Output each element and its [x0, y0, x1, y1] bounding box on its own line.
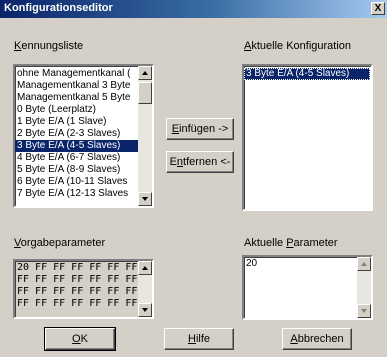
- aktuelle-konfiguration-listbox[interactable]: 3 Byte E/A (4-5 Slaves): [242, 64, 373, 211]
- arrow-down-icon: [142, 197, 148, 201]
- aktuelle-parameter-label: Aktuelle Parameter: [244, 237, 338, 249]
- list-item[interactable]: 3 Byte E/A (4-5 Slaves): [15, 140, 138, 152]
- parameter-line: FF FF FF FF FF FF FF FF: [17, 298, 154, 309]
- list-item[interactable]: 1 Byte E/A (1 Slave): [15, 116, 138, 128]
- abbrechen-label: bbrechen: [297, 333, 344, 345]
- list-item[interactable]: 4 Byte E/A (6-7 Slaves): [15, 152, 138, 164]
- vorgabeparameter-label-text: orgabeparameter: [20, 237, 106, 249]
- hilfe-label: ilfe: [195, 333, 210, 345]
- abbrechen-mnemonic: A: [290, 333, 298, 345]
- vorgabeparameter-lines: 20 FF FF FF FF FF FF FF FF FF FF FF FF FF…: [15, 262, 154, 310]
- einfuegen-button[interactable]: Einfügen ->: [166, 118, 234, 140]
- list-item[interactable]: Managementkanal 5 Byte: [15, 92, 138, 104]
- einfuegen-label: infügen ->: [179, 123, 229, 135]
- entfernen-label-b: tfernen <-: [183, 156, 231, 168]
- vorgabeparameter-mnemonic: V: [14, 237, 21, 249]
- scroll-down-button[interactable]: [138, 303, 152, 317]
- einfuegen-mnemonic: E: [171, 123, 180, 135]
- scroll-up-button[interactable]: [138, 261, 152, 275]
- ok-button[interactable]: OK: [44, 327, 116, 351]
- kennungsliste-label-text: ennungsliste: [21, 40, 84, 52]
- abbrechen-button[interactable]: Abbrechen: [282, 328, 352, 350]
- scroll-down-button[interactable]: [138, 192, 152, 206]
- vorgabeparameter-scrollbar[interactable]: [138, 261, 152, 317]
- list-item[interactable]: 0 Byte (Leerplatz): [15, 104, 138, 116]
- list-item[interactable]: 5 Byte E/A (8-9 Slaves): [15, 164, 138, 176]
- vorgabeparameter-textbox[interactable]: 20 FF FF FF FF FF FF FF FF FF FF FF FF FF…: [13, 259, 154, 319]
- kennungsliste-scrollbar[interactable]: [138, 66, 152, 206]
- scroll-up-button[interactable]: [357, 257, 371, 271]
- vorgabeparameter-label: Vorgabeparameter: [14, 237, 105, 249]
- ok-mnemonic: O: [72, 333, 81, 345]
- arrow-down-icon: [361, 309, 367, 313]
- ok-label: K: [80, 333, 88, 345]
- arrow-up-icon: [142, 71, 148, 75]
- window-title: Konfigurationseditor: [4, 2, 113, 14]
- parameter-line: FF FF FF FF FF FF FF FF: [17, 274, 154, 285]
- arrow-up-icon: [361, 262, 367, 266]
- scroll-thumb[interactable]: [138, 82, 152, 104]
- list-item[interactable]: 7 Byte E/A (12-13 Slaves: [15, 188, 138, 200]
- title-bar[interactable]: Konfigurationseditor X: [0, 0, 387, 18]
- parameter-line: FF FF FF FF FF FF FF FF: [17, 286, 154, 297]
- aktuelle-konfiguration-label-text: ktuelle Konfiguration: [251, 40, 352, 52]
- entfernen-label-a: E: [169, 156, 177, 168]
- aktuelle-parameter-mnemonic: P: [286, 237, 294, 249]
- hilfe-button[interactable]: Hilfe: [164, 328, 234, 350]
- kennungsliste-items: ohne Managementkanal (Managementkanal 3 …: [15, 68, 138, 200]
- aktuelle-parameter-scrollbar[interactable]: [357, 257, 371, 318]
- scroll-down-button[interactable]: [357, 304, 371, 318]
- arrow-down-icon: [142, 308, 148, 312]
- entfernen-button[interactable]: Entfernen <-: [166, 151, 234, 173]
- scroll-up-button[interactable]: [138, 66, 152, 80]
- aktuelle-parameter-label-a: Aktuelle: [244, 237, 287, 249]
- aktuelle-parameter-value[interactable]: 20: [244, 258, 257, 270]
- aktuelle-konfiguration-items: 3 Byte E/A (4-5 Slaves): [244, 68, 371, 80]
- close-button[interactable]: X: [371, 2, 385, 15]
- parameter-line: 20 FF FF FF FF FF FF FF: [17, 262, 154, 273]
- kennungsliste-label: Kennungsliste: [14, 40, 83, 52]
- list-item[interactable]: ohne Managementkanal (: [15, 68, 138, 80]
- list-item[interactable]: 3 Byte E/A (4-5 Slaves): [244, 68, 370, 80]
- kennungsliste-listbox[interactable]: ohne Managementkanal (Managementkanal 3 …: [13, 64, 154, 208]
- aktuelle-konfiguration-label: Aktuelle Konfiguration: [244, 40, 351, 52]
- arrow-up-icon: [142, 266, 148, 270]
- hilfe-mnemonic: H: [187, 333, 196, 345]
- list-item[interactable]: Managementkanal 3 Byte: [15, 80, 138, 92]
- list-item[interactable]: 2 Byte E/A (2-3 Slaves): [15, 128, 138, 140]
- list-item[interactable]: 6 Byte E/A (10-11 Slaves: [15, 176, 138, 188]
- konfigurationseditor-dialog: Konfigurationseditor X Kennungsliste ohn…: [0, 0, 387, 357]
- aktuelle-parameter-label-b: arameter: [293, 237, 338, 249]
- aktuelle-parameter-textbox[interactable]: 20: [242, 255, 373, 320]
